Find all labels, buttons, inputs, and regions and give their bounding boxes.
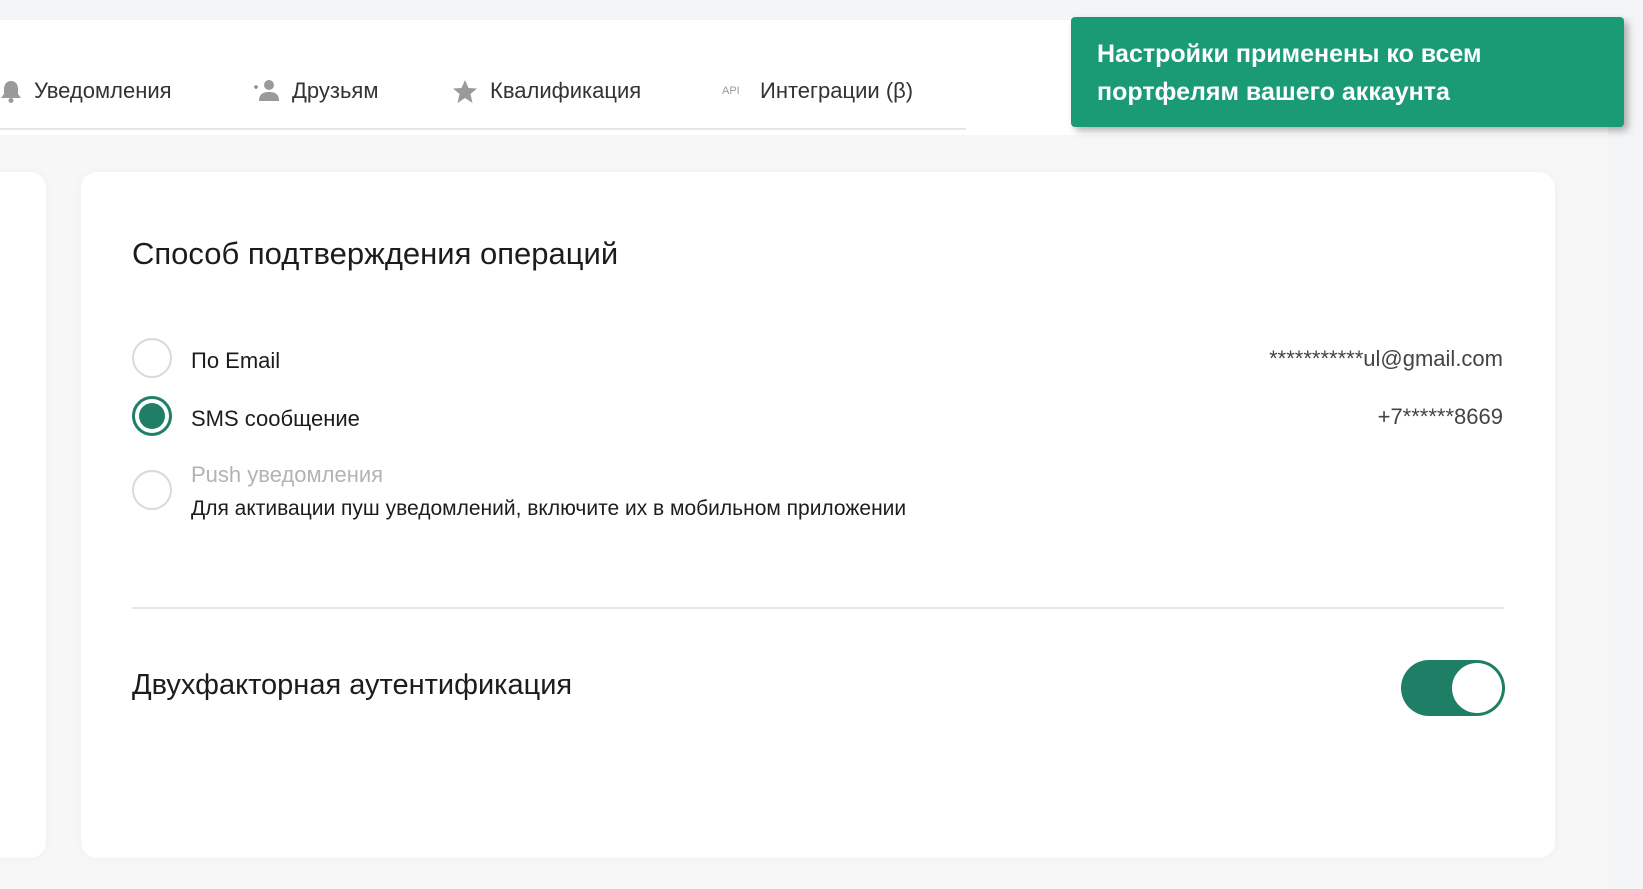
settings-tabs: Уведомления Друзьям Квалификация API Инт… xyxy=(0,70,966,130)
star-icon xyxy=(452,79,478,104)
tab-qualification[interactable]: Квалификация xyxy=(452,78,641,104)
bell-icon xyxy=(0,79,22,103)
api-icon: API xyxy=(722,85,740,97)
add-person-icon xyxy=(252,79,280,103)
divider xyxy=(132,607,1504,609)
two-factor-title: Двухфакторная аутентификация xyxy=(132,669,573,701)
tab-integrations-label: Интеграции (β) xyxy=(760,78,914,103)
side-card xyxy=(0,172,46,858)
confirmation-method-title: Способ подтверждения операций xyxy=(132,236,619,271)
tab-integrations[interactable]: API Интеграции (β) xyxy=(722,78,913,104)
tab-friends[interactable]: Друзьям xyxy=(252,78,378,104)
two-factor-toggle[interactable] xyxy=(1401,660,1505,716)
sms-radio[interactable] xyxy=(132,396,172,436)
toggle-knob xyxy=(1452,663,1502,713)
email-option-label: По Email xyxy=(191,348,281,373)
security-settings-card: Способ подтверждения операций По Email *… xyxy=(81,172,1555,858)
push-option-hint: Для активации пуш уведомлений, включите … xyxy=(191,497,907,520)
toast-line-1: Настройки применены ко всем xyxy=(1097,40,1482,68)
tab-qualification-label: Квалификация xyxy=(490,78,642,103)
tab-notifications-label: Уведомления xyxy=(34,78,172,103)
email-radio[interactable] xyxy=(132,338,172,378)
phone-value: +7******8669 xyxy=(1377,404,1503,429)
tab-friends-label: Друзьям xyxy=(292,78,379,103)
email-value: ***********ul@gmail.com xyxy=(1269,346,1503,371)
tab-notifications[interactable]: Уведомления xyxy=(0,78,172,104)
success-toast[interactable]: Настройки применены ко всем портфелям ва… xyxy=(1071,17,1624,127)
sms-option-label: SMS сообщение xyxy=(191,406,360,431)
toast-line-2: портфелям вашего аккаунта xyxy=(1097,78,1450,106)
push-option-label: Push уведомления xyxy=(191,462,384,487)
push-radio[interactable] xyxy=(132,470,172,510)
